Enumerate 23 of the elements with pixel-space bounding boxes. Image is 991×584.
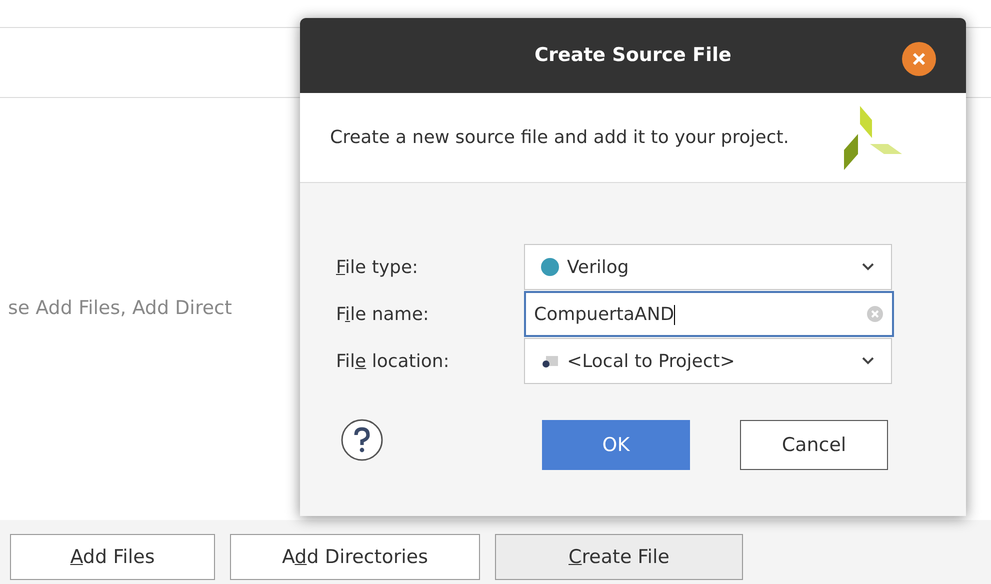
hint-text: se Add Files, Add Direct <box>8 296 232 321</box>
logo-icon <box>842 104 904 172</box>
cancel-button[interactable]: Cancel <box>740 420 888 470</box>
ok-button[interactable]: OK <box>542 420 690 470</box>
folder-icon <box>541 353 559 369</box>
action-button[interactable]: Create File <box>495 534 743 580</box>
close-button[interactable] <box>902 42 936 76</box>
action-button[interactable]: Add Directories <box>230 534 480 580</box>
field-label: File type: <box>336 256 420 280</box>
chevron-down-icon <box>861 262 875 272</box>
action-button[interactable]: Add Files <box>10 534 215 580</box>
field-label: File location: <box>336 350 450 374</box>
dropdown[interactable]: <Local to Project> <box>524 338 892 384</box>
dropdown[interactable]: Verilog <box>524 244 892 290</box>
dropdown-value: <Local to Project> <box>567 350 736 374</box>
field-label: File name: <box>336 302 430 326</box>
help-icon[interactable] <box>340 418 384 462</box>
description: Create a new source file and add it to your project. <box>330 126 790 150</box>
chevron-down-icon <box>861 356 875 366</box>
close-icon <box>912 52 926 66</box>
window-title: Create Source File <box>534 43 732 68</box>
dropdown-value: Verilog <box>567 256 630 280</box>
input-field[interactable]: CompuertaAND <box>524 291 894 337</box>
